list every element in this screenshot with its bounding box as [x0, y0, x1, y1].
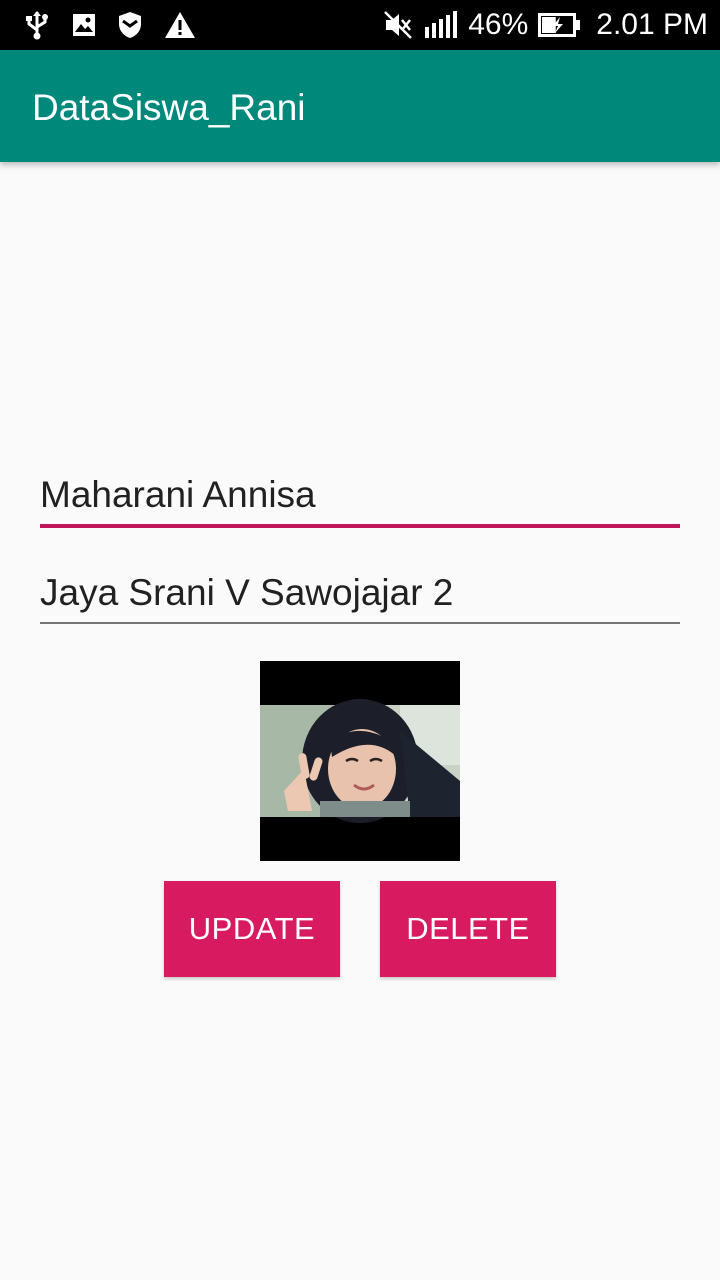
- mute-icon: [382, 9, 414, 41]
- name-field[interactable]: Maharani Annisa: [40, 473, 680, 517]
- app-title: DataSiswa_Rani: [32, 87, 306, 128]
- image-icon: [72, 13, 96, 37]
- battery-percent: 46%: [468, 8, 529, 41]
- student-photo[interactable]: [260, 661, 460, 861]
- status-icons-left: [24, 10, 196, 40]
- usb-icon: [24, 10, 50, 40]
- address-field[interactable]: Jaya Srani V Sawojajar 2: [40, 571, 680, 615]
- name-field-underline-focused: [40, 524, 680, 528]
- address-field-underline: [40, 622, 680, 624]
- warning-icon: [164, 11, 196, 39]
- app-bar: DataSiswa_Rani: [0, 50, 720, 162]
- status-bar: 46% 2.01 PM: [0, 0, 720, 50]
- status-icons-right: 46% 2.01 PM: [382, 8, 708, 42]
- clock: 2.01 PM: [596, 8, 708, 41]
- update-button[interactable]: UPDATE: [164, 881, 340, 977]
- shield-icon: [118, 11, 142, 39]
- signal-icon: [424, 11, 458, 39]
- battery-charging-icon: [538, 13, 581, 37]
- delete-button[interactable]: DELETE: [380, 881, 556, 977]
- student-photo-image: [260, 661, 460, 861]
